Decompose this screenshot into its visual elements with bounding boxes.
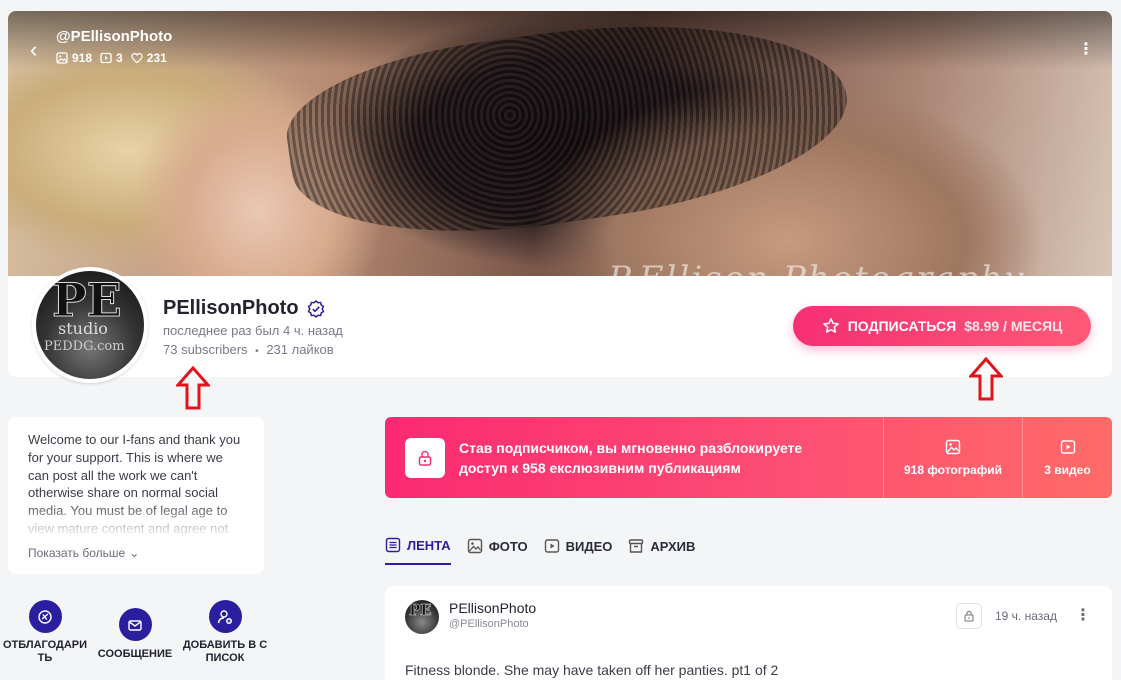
- tip-button[interactable]: ОТБЛАГОДАРИТЬ: [0, 600, 90, 665]
- subscribe-label: ПОДПИСАТЬСЯ: [847, 318, 957, 334]
- post-lock-icon: [956, 603, 982, 629]
- content-tabs: ЛЕНТА ФОТО ВИДЕО АРХИВ: [385, 537, 695, 565]
- mail-icon: [118, 608, 152, 641]
- subscribe-button[interactable]: ПОДПИСАТЬСЯ $8.99 / МЕСЯЦ: [793, 306, 1091, 346]
- header-stats: 918 3 231: [56, 51, 167, 65]
- header-videos-stat: 3: [100, 51, 123, 65]
- unlock-photos-count[interactable]: 918 фотографий: [883, 417, 1022, 498]
- video-icon: [544, 539, 559, 553]
- feed-icon: [385, 537, 401, 553]
- archive-icon: [629, 539, 644, 553]
- video-icon: [1060, 439, 1075, 454]
- subscriber-count: 73 subscribers: [163, 342, 248, 357]
- about-card: Welcome to our I-fans and thank you for …: [8, 417, 264, 574]
- more-options-icon[interactable]: ⋮: [1078, 39, 1094, 59]
- tab-archive[interactable]: АРХИВ: [628, 537, 695, 565]
- avatar[interactable]: PE studio PEDDG.com: [32, 267, 148, 383]
- post-text: Fitness blonde. She may have taken off h…: [405, 662, 779, 678]
- tab-photos[interactable]: ФОТО: [467, 537, 528, 565]
- cover-banner: P.Ellison Photography ‹ @PEllisonPhoto 9…: [8, 11, 1112, 276]
- header-likes-stat: 231: [131, 51, 167, 65]
- profile-counts: 73 subscribers • 231 лайков: [163, 342, 334, 357]
- tip-icon: [28, 600, 62, 633]
- message-button[interactable]: СООБЩЕНИЕ: [90, 600, 180, 665]
- subscribe-price: $8.99 / МЕСЯЦ: [964, 318, 1063, 334]
- unlock-banner[interactable]: Став подписчиком, вы мгновенно разблокир…: [385, 417, 1112, 498]
- unlock-videos-count[interactable]: 3 видео: [1022, 417, 1112, 498]
- show-more-link[interactable]: Показать больше ⌄: [28, 546, 244, 560]
- cover-watermark: P.Ellison Photography: [608, 259, 1025, 276]
- header-handle: @PEllisonPhoto: [56, 28, 173, 45]
- annotation-arrow-subscribers: [176, 366, 210, 410]
- photo-icon: [467, 538, 482, 554]
- profile-name-row: PEllisonPhoto: [163, 297, 325, 320]
- header-photos-stat: 918: [56, 51, 92, 65]
- profile-name: PEllisonPhoto: [163, 297, 299, 319]
- separator-dot: •: [255, 346, 259, 357]
- tab-videos[interactable]: ВИДЕО: [544, 537, 612, 565]
- tab-feed[interactable]: ЛЕНТА: [385, 537, 451, 565]
- post-avatar[interactable]: PE: [405, 600, 439, 634]
- likes-count: 231 лайков: [266, 342, 334, 357]
- heart-icon: [131, 52, 143, 64]
- star-icon: [822, 318, 839, 333]
- post-more-icon[interactable]: ⋮: [1075, 605, 1091, 625]
- last-seen: последнее раз был 4 ч. назад: [163, 323, 343, 338]
- video-icon: [100, 52, 112, 64]
- photo-icon: [945, 439, 961, 454]
- post-card: PE PEllisonPhoto @PEllisonPhoto 19 ч. на…: [385, 586, 1112, 680]
- profile-actions: ОТБЛАГОДАРИТЬ СООБЩЕНИЕ ДОБАВИТЬ В СПИСО…: [0, 600, 270, 665]
- lock-icon: [405, 437, 445, 478]
- verified-icon: [307, 299, 324, 318]
- post-author[interactable]: PEllisonPhoto: [449, 600, 536, 616]
- post-handle: @PEllisonPhoto: [449, 618, 529, 630]
- add-user-icon: [208, 600, 242, 633]
- annotation-arrow-subscribe: [969, 357, 1003, 401]
- post-timestamp: 19 ч. назад: [995, 609, 1057, 623]
- back-icon[interactable]: ‹: [30, 39, 44, 61]
- photo-icon: [56, 52, 68, 64]
- about-text: Welcome to our I-fans and thank you for …: [28, 431, 244, 538]
- add-to-list-button[interactable]: ДОБАВИТЬ В СПИСОК: [180, 600, 270, 665]
- unlock-text: Став подписчиком, вы мгновенно разблокир…: [459, 439, 803, 476]
- chevron-down-icon: ⌄: [129, 546, 140, 560]
